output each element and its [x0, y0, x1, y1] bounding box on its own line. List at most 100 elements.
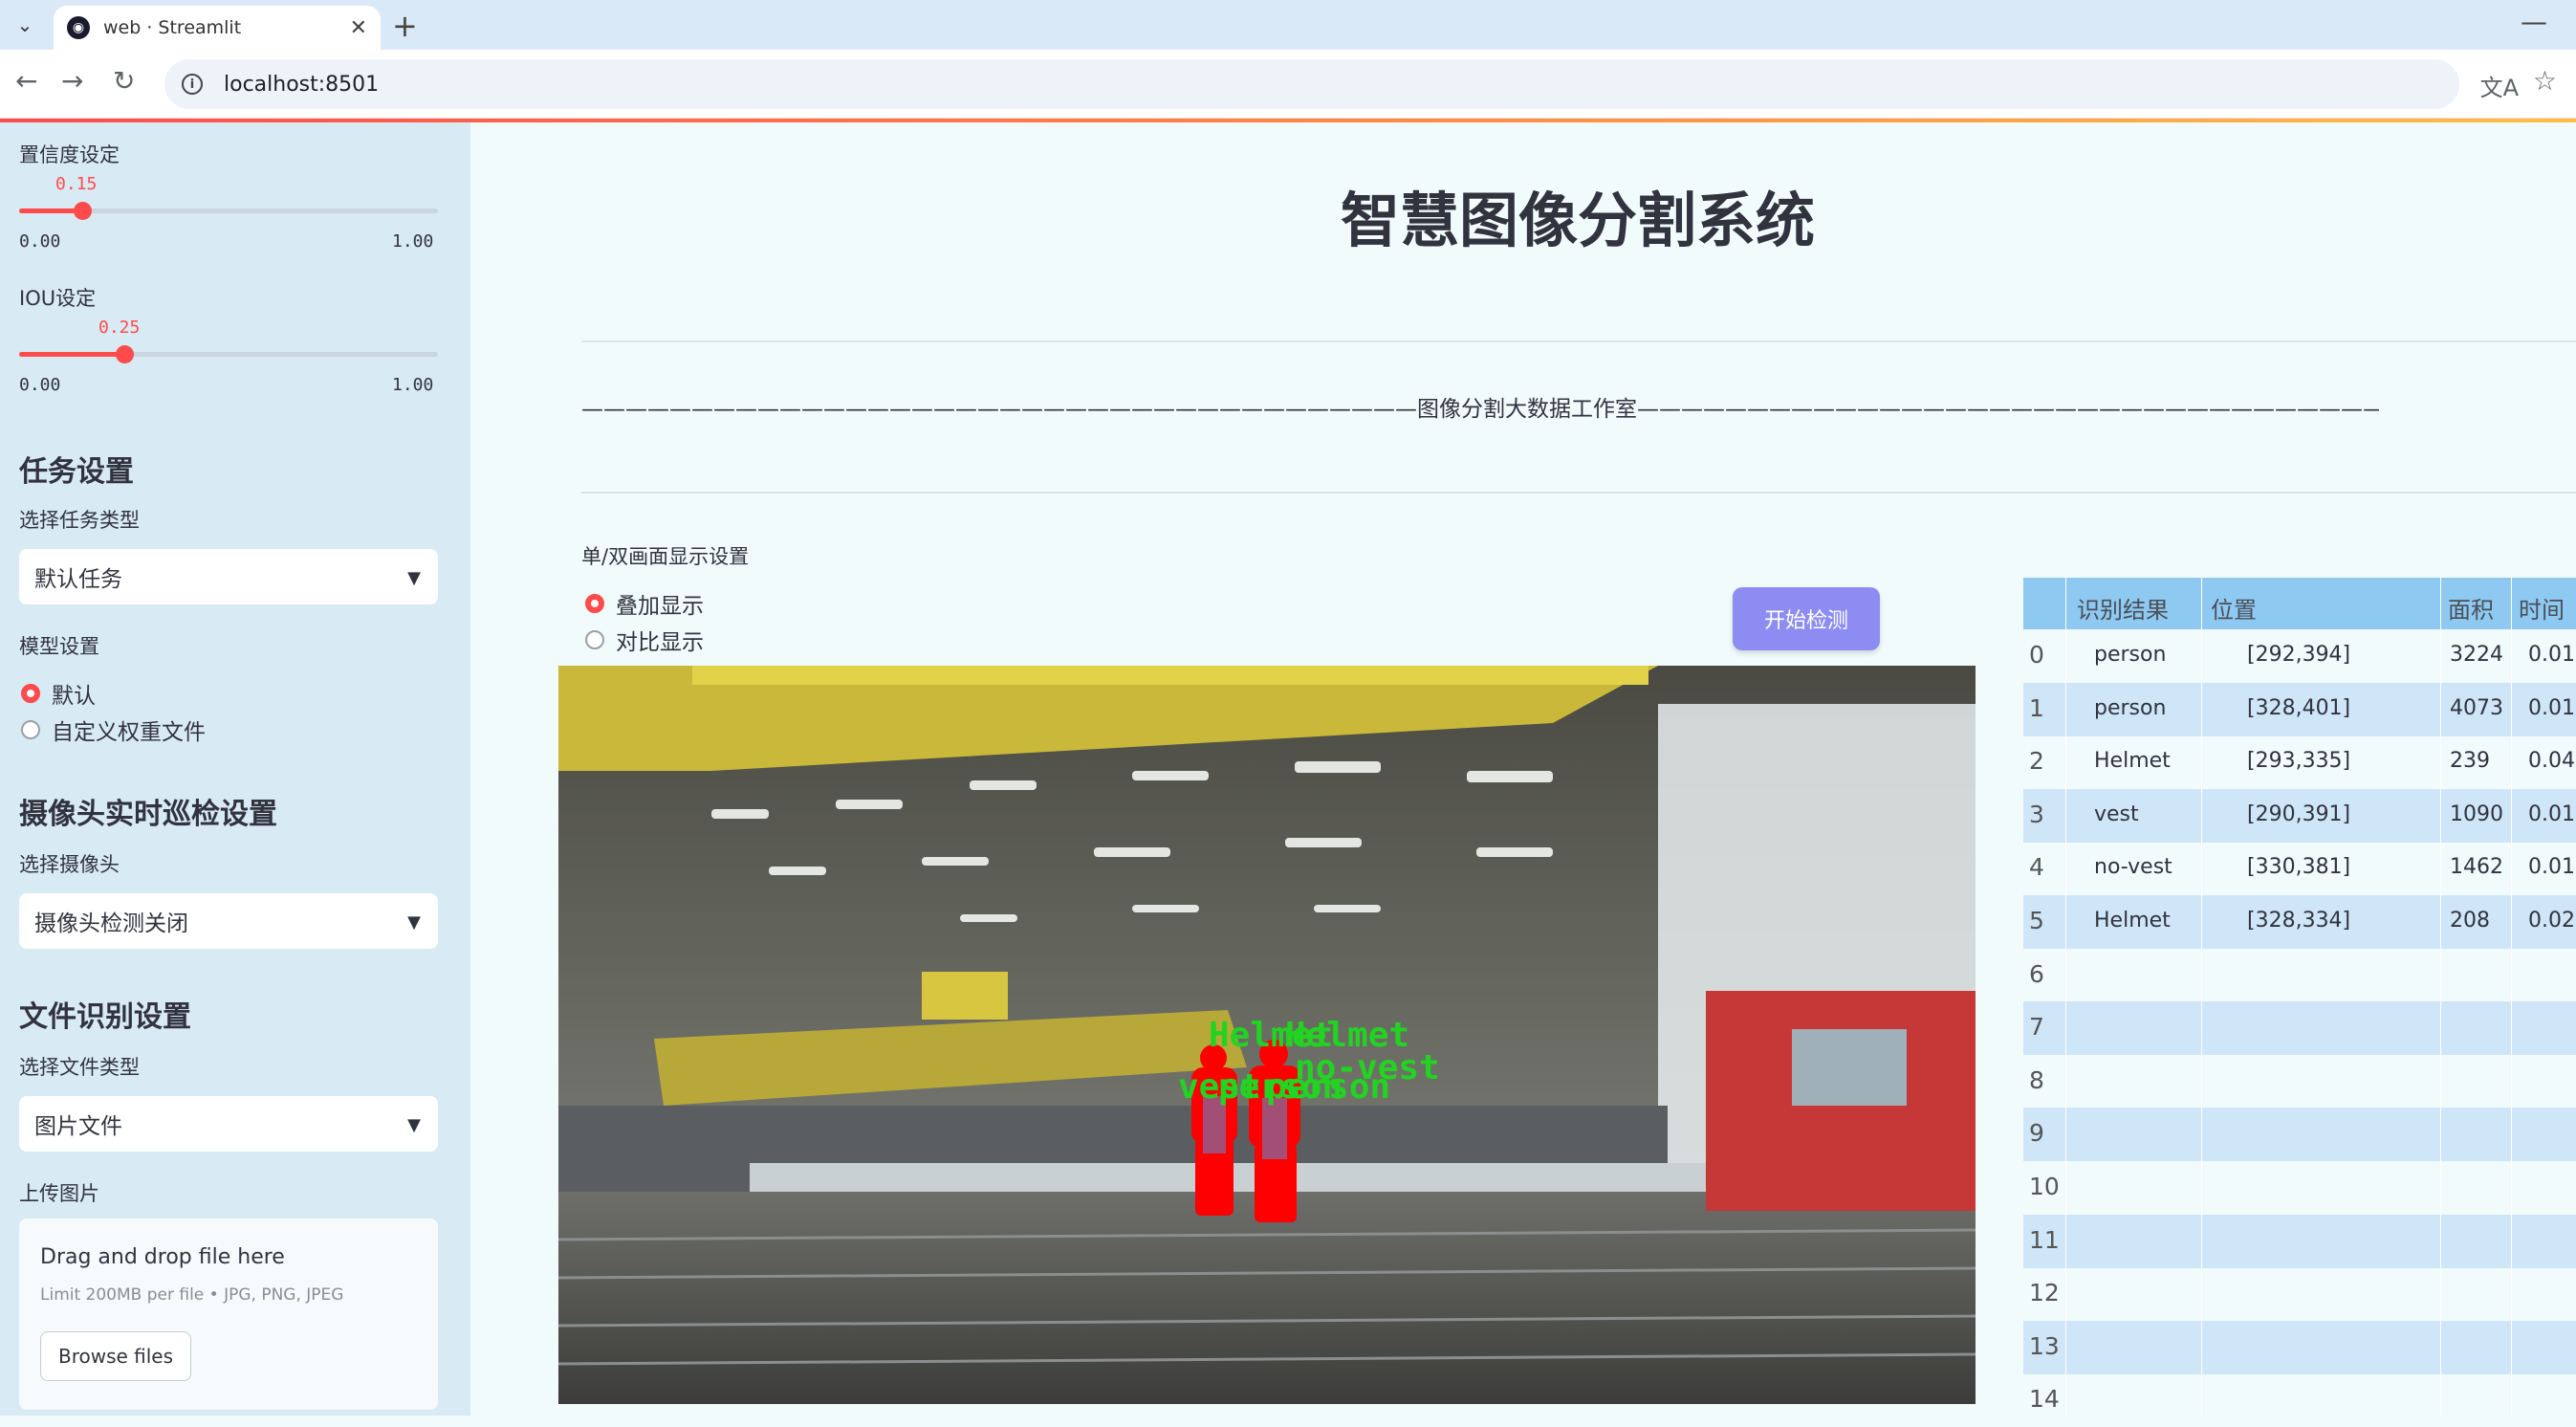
table-row[interactable]: 10: [2023, 1161, 2576, 1215]
row-index: 8: [2029, 1065, 2044, 1094]
column-separator: [2065, 578, 2066, 1416]
row-index: 12: [2029, 1279, 2060, 1307]
address-bar: ← → ↻ i localhost:8501 文A ☆: [0, 50, 2576, 119]
display-radio-compare[interactable]: 对比显示: [585, 624, 704, 656]
row-index: 2: [2029, 747, 2044, 776]
translate-icon[interactable]: 文A: [2480, 69, 2519, 102]
minimize-window-icon[interactable]: —: [2521, 6, 2547, 37]
cell-area: 4073: [2450, 695, 2503, 720]
camera-select[interactable]: 摄像头检测关闭 ▼: [19, 893, 438, 949]
file-type-select[interactable]: 图片文件 ▼: [19, 1096, 438, 1152]
cell-time: 0.01: [2528, 855, 2575, 880]
divider: [581, 492, 2576, 494]
confidence-slider[interactable]: [19, 202, 438, 220]
iou-slider[interactable]: [19, 345, 438, 363]
divider: [581, 340, 2576, 342]
radio-unselected-icon: [585, 630, 604, 649]
bookmark-star-icon[interactable]: ☆: [2533, 65, 2557, 97]
file-uploader-dropzone[interactable]: Drag and drop file here Limit 200MB per …: [19, 1218, 438, 1410]
radio-selected-icon: [585, 594, 604, 613]
model-label: 模型设置: [19, 635, 99, 658]
browser-tab[interactable]: ◉ web · Streamlit ✕: [54, 6, 381, 50]
reload-icon[interactable]: ↻: [113, 65, 135, 97]
confidence-label: 置信度设定: [19, 143, 120, 166]
column-separator: [2511, 578, 2512, 1416]
display-option-compare: 对比显示: [616, 630, 704, 655]
upload-dropzone-title: Drag and drop file here: [40, 1245, 285, 1269]
camera-selected: 摄像头检测关闭: [34, 911, 188, 936]
back-arrow-icon[interactable]: ←: [15, 65, 37, 97]
table-row[interactable]: 11: [2023, 1214, 2576, 1268]
table-row[interactable]: 13: [2023, 1320, 2576, 1374]
chevron-down-icon: ▼: [407, 912, 421, 933]
upload-limit-text: Limit 200MB per file • JPG, PNG, JPEG: [40, 1285, 344, 1305]
model-option-default: 默认: [52, 684, 96, 709]
cell-label: Helmet: [2094, 749, 2171, 774]
cell-position: [290,391]: [2247, 801, 2351, 826]
table-row[interactable]: 9: [2023, 1108, 2576, 1162]
header-label[interactable]: 识别结果: [2077, 591, 2169, 625]
row-index: 14: [2029, 1385, 2060, 1414]
model-radio-custom[interactable]: 自定义权重文件: [21, 714, 206, 746]
chevron-down-icon: ▼: [407, 1115, 421, 1135]
iou-max: 1.00: [392, 375, 434, 395]
row-index: 7: [2029, 1013, 2044, 1042]
confidence-value: 0.15: [55, 174, 98, 194]
table-row[interactable]: 5 Helmet [328,334] 208 0.02: [2023, 895, 2576, 949]
row-index: 13: [2029, 1331, 2060, 1360]
model-radio-default[interactable]: 默认: [21, 677, 96, 710]
tab-search-dropdown-icon[interactable]: ⌄: [10, 11, 40, 38]
close-tab-icon[interactable]: ✕: [350, 16, 367, 40]
cell-label: person: [2094, 695, 2167, 720]
page-title: 智慧图像分割系统: [1340, 186, 1815, 255]
cell-time: 0.04: [2528, 749, 2575, 774]
forward-arrow-icon[interactable]: →: [61, 65, 83, 97]
iou-slider-thumb[interactable]: [115, 345, 134, 363]
table-row[interactable]: 0 person [292,394] 3224 0.01: [2023, 629, 2576, 683]
site-info-icon[interactable]: i: [182, 74, 203, 95]
row-index: 10: [2029, 1173, 2060, 1200]
table-row[interactable]: 2 Helmet [293,335] 239 0.04: [2023, 735, 2576, 789]
cell-time: 0.01: [2528, 643, 2575, 667]
header-time[interactable]: 时间: [2519, 591, 2565, 625]
table-row[interactable]: 14: [2023, 1373, 2576, 1427]
iou-min: 0.00: [19, 375, 61, 395]
table-row[interactable]: 3 vest [290,391] 1090 0.01: [2023, 788, 2576, 843]
table-row[interactable]: 1 person [328,401] 4073 0.01: [2023, 682, 2576, 736]
detection-result-image: Helmet Helmet no-vest vest person person: [558, 666, 1976, 1404]
table-row[interactable]: 6: [2023, 949, 2576, 1002]
new-tab-icon[interactable]: +: [392, 8, 418, 44]
cell-position: [328,334]: [2247, 909, 2351, 933]
results-table[interactable]: 识别结果 位置 面积 时间 0 person [292,394] 3224 0.01 1 p…: [2023, 578, 2576, 1416]
cell-area: 3224: [2450, 643, 2503, 667]
column-separator: [2201, 578, 2202, 1416]
url-text[interactable]: localhost:8501: [224, 73, 379, 97]
url-omnibox[interactable]: i localhost:8501: [164, 59, 2459, 109]
iou-label: IOU设定: [19, 287, 97, 310]
upload-label: 上传图片: [19, 1182, 99, 1205]
table-row[interactable]: 12: [2023, 1267, 2576, 1321]
display-radio-overlay[interactable]: 叠加显示: [585, 587, 704, 620]
task-type-select[interactable]: 默认任务 ▼: [19, 549, 438, 604]
browse-files-button[interactable]: Browse files: [40, 1331, 191, 1381]
cell-area: 1090: [2450, 801, 2503, 826]
task-select-label: 选择任务类型: [19, 509, 140, 532]
cell-time: 0.02: [2528, 909, 2575, 933]
table-row[interactable]: 8: [2023, 1055, 2576, 1109]
start-detection-button[interactable]: 开始检测: [1733, 587, 1880, 650]
cell-label: person: [2094, 643, 2167, 667]
streamlit-favicon-icon: ◉: [67, 16, 90, 39]
table-header: 识别结果 位置 面积 时间: [2023, 578, 2576, 629]
table-row[interactable]: 7: [2023, 1001, 2576, 1056]
cell-area: 208: [2450, 909, 2490, 933]
iou-slider-fill: [19, 352, 124, 357]
display-mode-label: 单/双画面显示设置: [581, 545, 750, 568]
cell-position: [292,394]: [2247, 643, 2351, 667]
header-area[interactable]: 面积: [2448, 591, 2494, 625]
confidence-slider-thumb[interactable]: [73, 202, 92, 220]
header-position[interactable]: 位置: [2211, 591, 2257, 625]
table-row[interactable]: 4 no-vest [330,381] 1462 0.01: [2023, 842, 2576, 895]
iou-value: 0.25: [98, 318, 141, 338]
cell-position: [330,381]: [2247, 855, 2351, 880]
tab-title: web · Streamlit: [103, 17, 242, 38]
